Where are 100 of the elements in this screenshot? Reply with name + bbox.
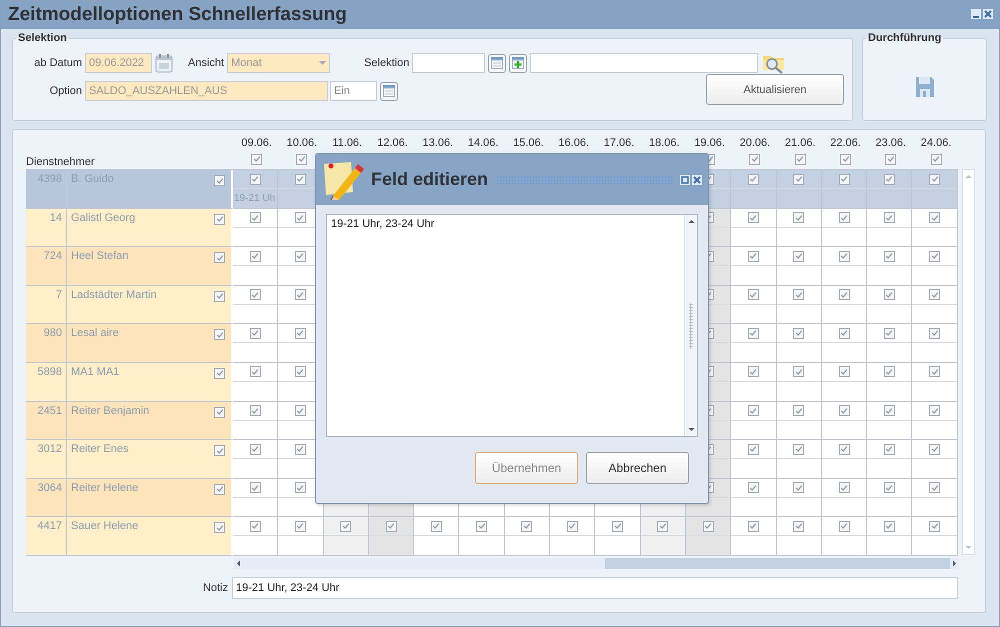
save-icon[interactable]: [916, 77, 934, 97]
checkbox[interactable]: [884, 174, 895, 184]
scroll-down-icon[interactable]: [686, 425, 696, 434]
checkbox[interactable]: [566, 520, 578, 532]
checkbox[interactable]: [793, 212, 804, 224]
option-field[interactable]: SALDO_AUSZAHLEN_AUS: [85, 81, 328, 101]
table-cell[interactable]: [867, 478, 912, 518]
checkbox[interactable]: [214, 406, 225, 418]
checkbox[interactable]: [793, 289, 804, 300]
table-cell[interactable]: [912, 286, 958, 324]
table-cell[interactable]: [686, 517, 732, 556]
checkbox[interactable]: [838, 366, 850, 378]
checkbox[interactable]: [929, 212, 940, 224]
checkbox[interactable]: [929, 250, 940, 262]
table-cell[interactable]: [595, 517, 641, 556]
table-cell[interactable]: [731, 402, 777, 440]
scroll-up-icon[interactable]: [686, 217, 696, 226]
table-cell[interactable]: [233, 402, 278, 440]
checkbox[interactable]: [748, 482, 759, 494]
checkbox[interactable]: [838, 520, 850, 532]
checkbox[interactable]: [748, 520, 759, 532]
checkbox[interactable]: [294, 482, 306, 494]
checkbox[interactable]: [838, 482, 850, 494]
table-cell[interactable]: [776, 247, 822, 286]
checkbox[interactable]: [929, 482, 940, 494]
checkbox[interactable]: [794, 154, 806, 164]
checkbox[interactable]: [838, 250, 850, 262]
table-cell[interactable]: [822, 362, 868, 402]
checkbox[interactable]: [885, 154, 896, 164]
note-field[interactable]: 19-21 Uhr, 23-24 Uhr: [232, 576, 958, 599]
table-cell[interactable]: [550, 517, 596, 556]
checkbox[interactable]: [838, 444, 850, 455]
checkbox[interactable]: [294, 212, 306, 224]
table-cell[interactable]: [731, 170, 777, 209]
table-cell[interactable]: [912, 208, 958, 248]
checkbox[interactable]: [793, 250, 804, 262]
checkbox[interactable]: [251, 154, 262, 164]
selection-field[interactable]: [412, 53, 486, 73]
checkbox[interactable]: [748, 289, 759, 300]
checkbox[interactable]: [929, 174, 940, 184]
table-cell[interactable]: [867, 362, 912, 402]
table-cell[interactable]: [414, 517, 460, 556]
table-cell[interactable]: [912, 324, 958, 363]
checkbox[interactable]: [250, 289, 261, 300]
table-cell[interactable]: [776, 402, 822, 440]
checkbox[interactable]: [929, 366, 940, 378]
checkbox[interactable]: [838, 289, 850, 300]
checkbox[interactable]: [749, 154, 760, 164]
checkbox[interactable]: [930, 154, 942, 164]
checkbox[interactable]: [294, 289, 306, 300]
table-cell[interactable]: [278, 517, 324, 556]
checkbox[interactable]: [884, 212, 895, 224]
calendar-icon[interactable]: [155, 53, 173, 73]
table-cell[interactable]: [822, 402, 868, 440]
table-cell[interactable]: [731, 286, 777, 324]
checkbox[interactable]: [929, 328, 940, 339]
checkbox[interactable]: [214, 484, 225, 495]
table-cell[interactable]: [731, 247, 777, 286]
table-cell[interactable]: [731, 517, 777, 556]
checkbox[interactable]: [748, 444, 759, 455]
checkbox[interactable]: [294, 366, 306, 378]
table-cell[interactable]: [776, 440, 822, 479]
checkbox[interactable]: [214, 329, 225, 340]
checkbox[interactable]: [884, 328, 895, 339]
table-cell[interactable]: [368, 517, 414, 556]
checkbox[interactable]: [793, 482, 804, 494]
checkbox[interactable]: [250, 174, 261, 184]
table-cell[interactable]: [912, 440, 958, 479]
checkbox[interactable]: [884, 366, 895, 378]
checkbox[interactable]: [884, 289, 895, 300]
table-cell[interactable]: [867, 440, 912, 479]
table-cell[interactable]: [776, 324, 822, 363]
calendar-button[interactable]: [380, 82, 398, 100]
checkbox[interactable]: [929, 444, 940, 455]
table-cell[interactable]: [324, 517, 369, 556]
table-cell[interactable]: 4417: [26, 517, 67, 556]
calendar-button[interactable]: [488, 54, 506, 72]
checkbox[interactable]: [294, 250, 306, 262]
table-cell[interactable]: [731, 362, 777, 402]
close-icon[interactable]: [983, 9, 993, 19]
checkbox[interactable]: [702, 520, 714, 532]
scrollbar[interactable]: [684, 215, 697, 436]
table-cell[interactable]: [867, 247, 912, 286]
checkbox[interactable]: [793, 328, 804, 339]
date-field[interactable]: 09.06.2022: [85, 53, 152, 73]
table-cell[interactable]: [504, 517, 550, 556]
table-cell[interactable]: [731, 440, 777, 479]
checkbox[interactable]: [340, 520, 352, 532]
table-cell[interactable]: [776, 517, 822, 556]
checkbox[interactable]: [838, 405, 850, 416]
checkbox[interactable]: [748, 405, 759, 416]
refresh-button[interactable]: Aktualisieren: [706, 74, 844, 105]
checkbox[interactable]: [884, 250, 895, 262]
checkbox[interactable]: [214, 445, 225, 456]
table-cell[interactable]: [731, 478, 777, 518]
checkbox[interactable]: [793, 520, 804, 532]
table-cell[interactable]: [776, 286, 822, 324]
checkbox[interactable]: [250, 328, 261, 339]
checkbox[interactable]: [657, 520, 668, 532]
minimize-icon[interactable]: [971, 9, 981, 19]
